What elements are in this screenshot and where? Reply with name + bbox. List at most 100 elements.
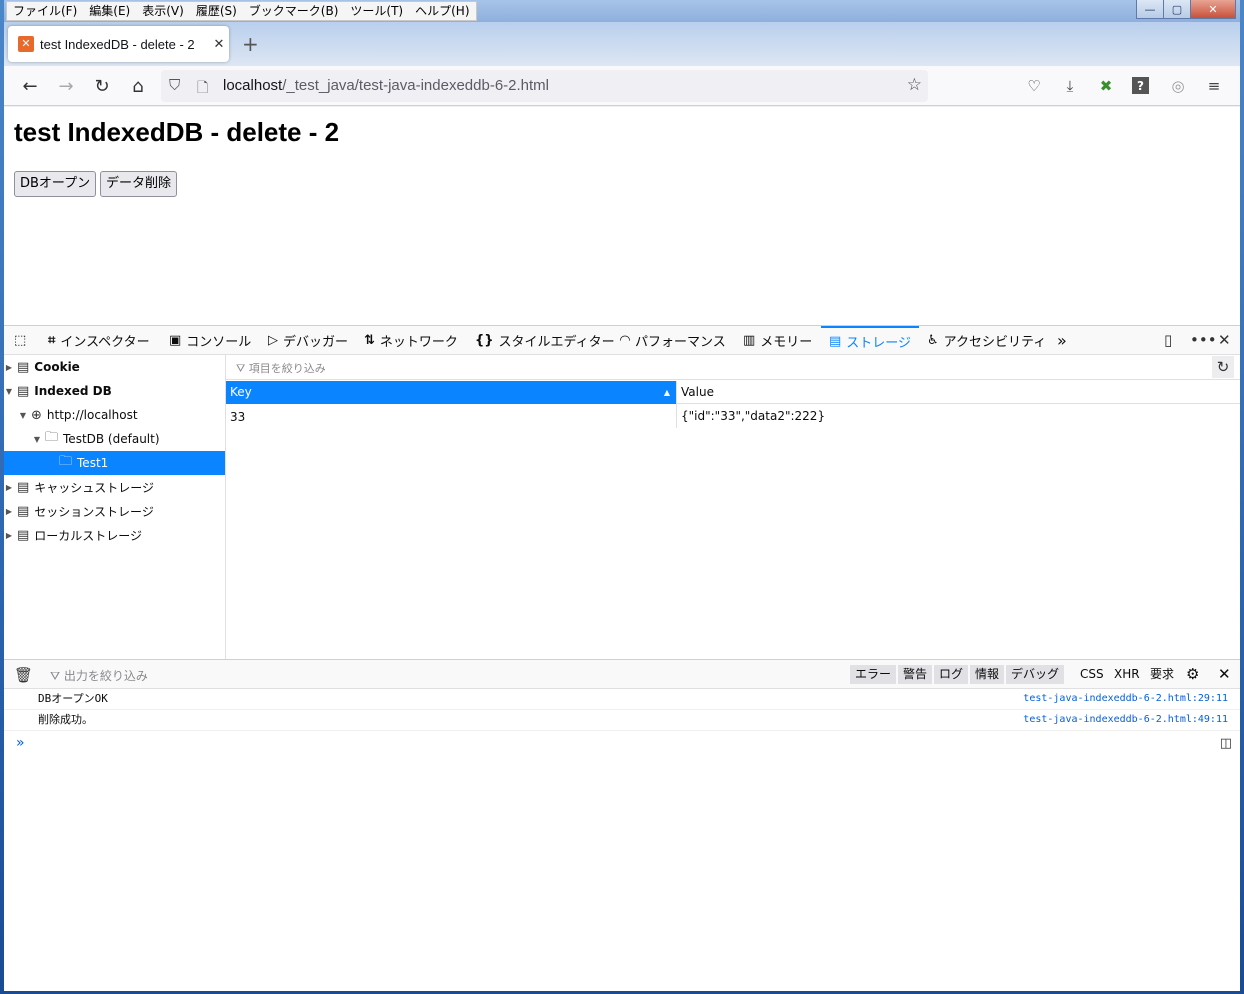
filter-requests-button[interactable]: 要求 xyxy=(1146,665,1178,684)
tab-style-editor[interactable]: {} スタイルエディター xyxy=(475,326,615,355)
download-icon[interactable]: ⤓ xyxy=(1060,76,1080,96)
tab-network[interactable]: ⇅ ネットワーク xyxy=(364,326,458,355)
filter-info-button[interactable]: 情報 xyxy=(970,665,1005,684)
pocket-icon[interactable]: ♡ xyxy=(1024,76,1044,96)
close-devtools-icon[interactable]: ✕ xyxy=(1218,331,1231,349)
close-window-button[interactable]: ✕ xyxy=(1190,0,1236,19)
tab-storage[interactable]: ▤ ストレージ xyxy=(821,326,920,355)
menu-history[interactable]: 履歴(S) xyxy=(190,2,243,20)
collapse-arrow-icon[interactable]: ▼ xyxy=(4,387,14,396)
storage-filter-input[interactable]: ⛛ 項目を絞り込み xyxy=(236,360,326,376)
help-extension-icon[interactable]: ? xyxy=(1132,77,1149,94)
tab-inspector[interactable]: ⌗ インスペクター xyxy=(48,326,150,355)
console-sidebar-toggle-icon[interactable]: ◫ xyxy=(1220,736,1232,751)
filter-icon: ⛛ xyxy=(50,669,64,683)
back-button[interactable]: ← xyxy=(18,74,42,98)
filter-logs-button[interactable]: ログ xyxy=(934,665,969,684)
more-tabs-chevron-icon[interactable]: » xyxy=(1057,326,1067,355)
tree-item-object-store[interactable]: 🗀 Test1 xyxy=(4,451,225,475)
filter-xhr-button[interactable]: XHR xyxy=(1110,665,1144,684)
forward-button[interactable]: → xyxy=(54,74,78,98)
folder-icon: 🗀 xyxy=(59,454,73,469)
collapse-arrow-icon[interactable]: ▼ xyxy=(32,435,42,444)
menu-help[interactable]: ヘルプ(H) xyxy=(409,2,475,20)
console-message-text: 削除成功。 xyxy=(38,713,93,726)
filter-css-button[interactable]: CSS xyxy=(1076,665,1108,684)
maximize-button[interactable]: ▢ xyxy=(1163,0,1191,19)
tree-item-cache-storage[interactable]: ▶ ▤ キャッシュストレージ xyxy=(4,475,225,499)
console-message-source-link[interactable]: test-java-indexeddb-6-2.html:49:11 xyxy=(1023,710,1228,730)
close-split-console-icon[interactable]: ✕ xyxy=(1214,665,1235,684)
page-info-icon[interactable]: 🗋 xyxy=(197,77,208,101)
browser-tab[interactable]: ✕ test IndexedDB - delete - 2 ✕ xyxy=(8,26,229,62)
tree-item-database[interactable]: ▼ 🗀 TestDB (default) xyxy=(4,427,225,451)
filter-warnings-button[interactable]: 警告 xyxy=(898,665,933,684)
console-toolbar: 🗑 ⛛ 出力を絞り込み エラー 警告 ログ 情報 デバッグ CSS XHR 要求… xyxy=(4,660,1240,689)
new-tab-button[interactable]: + xyxy=(242,34,259,54)
console-input-prompt[interactable]: » xyxy=(16,735,25,751)
menu-tools[interactable]: ツール(T) xyxy=(344,2,409,20)
menu-file[interactable]: ファイル(F) xyxy=(7,2,83,20)
console-settings-gear-icon[interactable]: ⚙ xyxy=(1182,665,1203,684)
tree-item-indexed-db[interactable]: ▼ ▤ Indexed DB xyxy=(4,379,225,403)
more-options-icon[interactable]: ••• xyxy=(1190,331,1217,349)
menu-hamburger-icon[interactable]: ≡ xyxy=(1204,76,1224,96)
console-message: 削除成功。 test-java-indexeddb-6-2.html:49:11 xyxy=(4,710,1240,731)
filter-errors-button[interactable]: エラー xyxy=(850,665,897,684)
db-open-button[interactable]: DBオープン xyxy=(14,171,97,197)
split-console: 🗑 ⛛ 出力を絞り込み エラー 警告 ログ 情報 デバッグ CSS XHR 要求… xyxy=(4,659,1240,991)
page-content: test IndexedDB - delete - 2 DBオープン データ削除 xyxy=(4,107,1240,325)
expand-arrow-icon[interactable]: ▶ xyxy=(4,531,14,540)
tab-memory[interactable]: ▥ メモリー xyxy=(743,326,812,355)
tracking-shield-icon[interactable]: ⛉ xyxy=(169,76,180,94)
menu-view[interactable]: 表示(V) xyxy=(136,2,190,20)
console-message-text: DBオープンOK xyxy=(38,692,108,705)
tree-item-cookie[interactable]: ▶ ▤ Cookie xyxy=(4,355,225,379)
refresh-icon[interactable]: ↻ xyxy=(1212,356,1234,378)
window-frame: ファイル(F) 編集(E) 表示(V) 履歴(S) ブックマーク(B) ツール(… xyxy=(0,0,1244,994)
expand-arrow-icon[interactable]: ▶ xyxy=(4,363,14,372)
url-host: localhost xyxy=(223,77,283,94)
storage-list-icon: ▤ xyxy=(17,479,30,495)
filter-icon: ⛛ xyxy=(236,362,249,375)
expand-arrow-icon[interactable]: ▶ xyxy=(4,507,14,516)
home-button[interactable]: ⌂ xyxy=(126,74,150,98)
tab-close-icon[interactable]: ✕ xyxy=(209,37,229,52)
tree-item-local-storage[interactable]: ▶ ▤ ローカルストレージ xyxy=(4,523,225,547)
url-text[interactable]: localhost/_test_java/test-java-indexeddb… xyxy=(223,77,549,94)
performance-icon: ◠ xyxy=(620,333,630,348)
cell-key[interactable]: 33 xyxy=(226,406,676,428)
storage-icon: ▤ xyxy=(829,334,842,349)
minimize-button[interactable]: — xyxy=(1136,0,1164,19)
console-filter-input[interactable]: ⛛ 出力を絞り込み xyxy=(50,667,148,684)
tab-debugger[interactable]: ▷ デバッガー xyxy=(268,326,348,355)
menu-bookmarks[interactable]: ブックマーク(B) xyxy=(243,2,345,20)
expand-arrow-icon[interactable]: ▶ xyxy=(4,483,14,492)
reload-button[interactable]: ↻ xyxy=(90,74,114,98)
delete-data-button[interactable]: データ削除 xyxy=(100,171,178,197)
sort-ascending-icon: ▲ xyxy=(663,388,670,397)
console-message-source-link[interactable]: test-java-indexeddb-6-2.html:29:11 xyxy=(1023,689,1228,709)
cell-value[interactable]: {"id":"33","data2":222} xyxy=(676,404,1240,428)
url-path: /_test_java/test-java-indexeddb-6-2.html xyxy=(282,77,550,94)
tree-item-session-storage[interactable]: ▶ ▤ セッションストレージ xyxy=(4,499,225,523)
filter-debug-button[interactable]: デバッグ xyxy=(1006,665,1065,684)
extension-icon[interactable]: ✖ xyxy=(1096,76,1116,96)
storage-list-icon: ▤ xyxy=(17,359,30,375)
xampp-favicon-icon: ✕ xyxy=(18,36,34,52)
tree-item-origin[interactable]: ▼ ⊕ http://localhost xyxy=(4,403,225,427)
collapse-arrow-icon[interactable]: ▼ xyxy=(18,411,28,420)
url-bar[interactable]: ⛉ 🗋 localhost/_test_java/test-java-index… xyxy=(161,70,928,102)
storage-filter-bar: ⛛ 項目を絞り込み ↻ xyxy=(226,355,1240,380)
column-header-value[interactable]: Value xyxy=(676,381,1240,404)
bookmark-star-icon[interactable]: ☆ xyxy=(907,75,922,95)
tab-console[interactable]: ▣ コンソール xyxy=(169,326,251,355)
column-header-key[interactable]: Key ▲ xyxy=(226,381,676,404)
element-picker-icon[interactable]: ⬚ xyxy=(14,326,31,355)
dock-toggle-icon[interactable]: ▯ xyxy=(1164,331,1172,349)
tab-performance[interactable]: ◠ パフォーマンス xyxy=(620,326,726,355)
menu-edit[interactable]: 編集(E) xyxy=(83,2,136,20)
clear-console-icon[interactable]: 🗑 xyxy=(14,666,33,684)
tab-accessibility[interactable]: ♿ アクセシビリティ xyxy=(927,326,1046,355)
account-icon[interactable]: ◎ xyxy=(1168,76,1188,96)
